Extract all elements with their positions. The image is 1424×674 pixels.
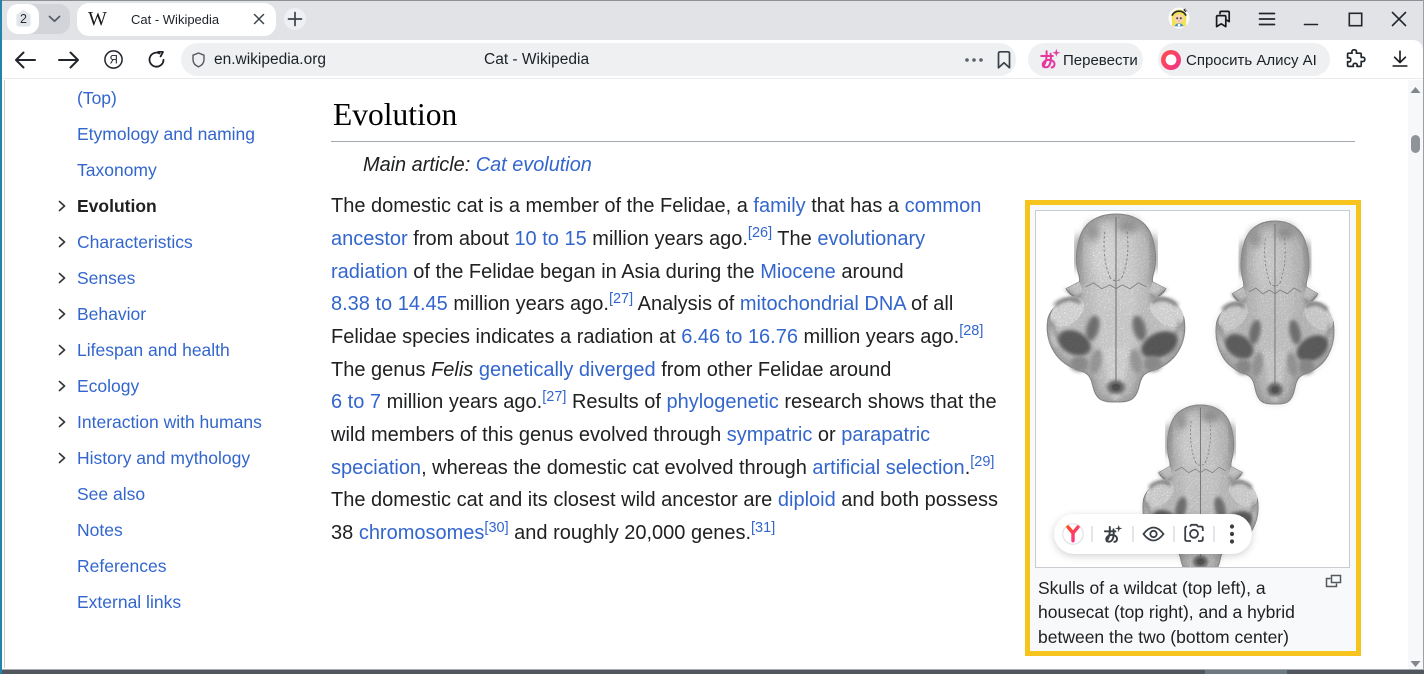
- svg-text:Я: Я: [110, 55, 118, 67]
- svg-text:2: 2: [20, 12, 27, 26]
